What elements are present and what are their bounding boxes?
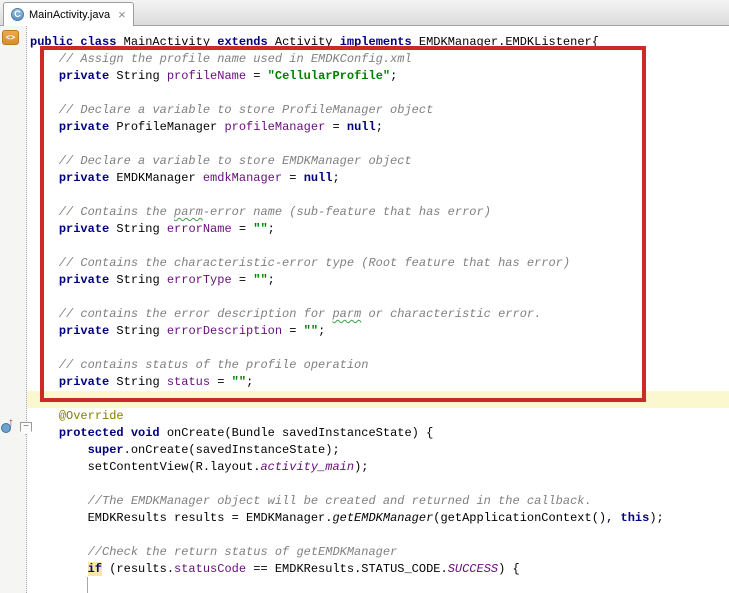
override-up-arrow-icon: ↑ — [8, 414, 14, 430]
code-lines: public class MainActivity extends Activi… — [27, 26, 729, 593]
code-line[interactable]: private String status = ""; — [27, 374, 729, 391]
code-line[interactable] — [27, 136, 729, 153]
java-class-icon: C — [11, 8, 24, 21]
related-xml-layout-icon[interactable]: <> — [2, 30, 19, 45]
tab-close-icon[interactable]: × — [118, 8, 126, 21]
code-line[interactable]: // Assign the profile name used in EMDKC… — [27, 51, 729, 68]
code-line[interactable]: setContentView(R.layout.activity_main); — [27, 459, 729, 476]
code-line[interactable]: // Declare a variable to store ProfileMa… — [27, 102, 729, 119]
code-line[interactable]: // Contains the parm-error name (sub-fea… — [27, 204, 729, 221]
code-line-current[interactable] — [27, 391, 729, 408]
tab-mainactivity-java[interactable]: C MainActivity.java × — [3, 2, 134, 26]
code-line[interactable]: super.onCreate(savedInstanceState); — [27, 442, 729, 459]
code-line[interactable]: // Declare a variable to store EMDKManag… — [27, 153, 729, 170]
code-line[interactable]: if (results.statusCode == EMDKResults.ST… — [27, 561, 729, 578]
code-line[interactable] — [27, 187, 729, 204]
tab-title: MainActivity.java — [29, 9, 110, 21]
code-line[interactable]: EMDKResults results = EMDKManager.getEMD… — [27, 510, 729, 527]
code-line[interactable]: //The EMDKManager object will be created… — [27, 493, 729, 510]
code-line[interactable]: private ProfileManager profileManager = … — [27, 119, 729, 136]
code-line[interactable] — [27, 238, 729, 255]
code-editor: <> ↑ − public class MainActivity extends… — [0, 26, 729, 593]
code-line[interactable] — [27, 85, 729, 102]
overriding-method-icon[interactable]: ↑ — [1, 417, 17, 433]
code-line[interactable]: private EMDKManager emdkManager = null; — [27, 170, 729, 187]
code-line[interactable]: //Check the return status of getEMDKMana… — [27, 544, 729, 561]
code-line[interactable]: private String errorDescription = ""; — [27, 323, 729, 340]
code-line[interactable]: @Override — [27, 408, 729, 425]
indent-guide-line — [87, 577, 88, 593]
code-line[interactable]: private String errorName = ""; — [27, 221, 729, 238]
code-line[interactable]: protected void onCreate(Bundle savedInst… — [27, 425, 729, 442]
code-line[interactable]: // contains the error description for pa… — [27, 306, 729, 323]
editor-tab-bar: C MainActivity.java × — [0, 0, 729, 26]
code-line[interactable]: // Contains the characteristic-error typ… — [27, 255, 729, 272]
code-line[interactable] — [27, 289, 729, 306]
code-line[interactable]: // contains status of the profile operat… — [27, 357, 729, 374]
code-line[interactable]: private String profileName = "CellularPr… — [27, 68, 729, 85]
editor-gutter: <> ↑ − — [0, 26, 27, 593]
code-line[interactable] — [27, 578, 729, 593]
code-line[interactable]: public class MainActivity extends Activi… — [27, 34, 729, 51]
code-line[interactable] — [27, 340, 729, 357]
code-line[interactable] — [27, 476, 729, 493]
code-line[interactable]: private String errorType = ""; — [27, 272, 729, 289]
code-line[interactable] — [27, 527, 729, 544]
